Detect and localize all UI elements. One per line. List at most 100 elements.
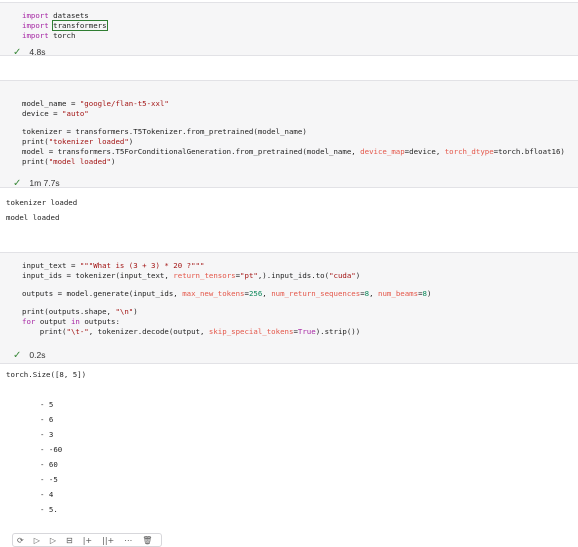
execute-below-icon[interactable]: ▷ xyxy=(50,536,56,545)
code-token: , xyxy=(262,289,272,298)
code-token: "\t-" xyxy=(66,327,89,336)
execution-time: 4.8s xyxy=(29,47,46,57)
code-line: import transformers xyxy=(22,20,570,31)
execute-above-icon[interactable]: ▷ xyxy=(34,536,40,545)
cell-status: ✓ 0.2s xyxy=(13,349,45,361)
success-check-icon: ✓ xyxy=(13,350,22,361)
code-token: max_new_tokens xyxy=(182,289,245,298)
code-token: skip_special_tokens xyxy=(208,327,294,336)
code-token: ).strip()) xyxy=(315,327,361,336)
code-line: outputs = model.generate(input_ids, max_… xyxy=(22,289,570,299)
code-line: device = "auto" xyxy=(22,109,570,119)
insert-above-icon[interactable]: |+ xyxy=(83,536,92,545)
code-token: import xyxy=(22,31,54,40)
code-line: input_ids = tokenizer(input_text, return… xyxy=(22,271,570,281)
code-token: tokenizer = transformers.T5Tokenizer.fro… xyxy=(22,127,307,136)
output-item: - -5 xyxy=(40,475,58,484)
more-icon[interactable]: ⋯ xyxy=(124,536,132,545)
output-item: - 5. xyxy=(40,505,58,514)
code-token: "google/flan-t5-xxl" xyxy=(79,99,169,108)
code-editor[interactable]: input_text = """What is (3 + 3) * 20 ?""… xyxy=(22,261,570,337)
cell-output: tokenizer loaded model loaded xyxy=(6,195,77,225)
output-list: - 5 - 6 - 3 - -60 - 60 - -5 - 4 - 5. xyxy=(6,397,86,517)
code-token: input_ids = tokenizer(input_text, xyxy=(22,271,174,280)
code-cell-model-load[interactable]: model_name = "google/flan-t5-xxl" device … xyxy=(0,80,578,189)
code-token: ) xyxy=(111,157,116,166)
output-item: - 3 xyxy=(40,430,54,439)
code-token: datasets xyxy=(53,11,89,20)
code-token: num_beams xyxy=(378,289,419,298)
code-token: input_text = xyxy=(22,261,80,270)
code-token: ) xyxy=(128,137,134,146)
cell-output: torch.Size([8, 5]) - 5 - 6 - 3 - -60 - 60 - -… xyxy=(6,367,86,517)
code-token: , xyxy=(369,289,379,298)
code-token: True xyxy=(297,327,316,336)
output-item: - 5 xyxy=(40,400,54,409)
output-item: - 6 xyxy=(40,415,54,424)
code-token: ) xyxy=(426,289,432,298)
insert-below-icon[interactable]: ||+ xyxy=(102,536,114,545)
output-item: - -60 xyxy=(40,445,63,454)
run-by-line-icon[interactable]: ⟳ xyxy=(17,536,24,545)
code-token: num_return_sequences xyxy=(271,289,361,298)
code-cell-imports[interactable]: import datasets import transformers import… xyxy=(0,2,578,58)
code-line: model = transformers.T5ForConditionalGen… xyxy=(22,147,570,157)
code-line: for output in outputs: xyxy=(22,317,570,327)
code-line: print(outputs.shape, "\n") xyxy=(22,307,570,317)
code-token: print( xyxy=(22,137,49,146)
code-line: import datasets xyxy=(22,11,570,21)
output-line: torch.Size([8, 5]) xyxy=(6,370,87,379)
code-token: "cuda" xyxy=(329,271,356,280)
output-line: tokenizer loaded xyxy=(6,198,78,207)
code-token: model = transformers.T5ForConditionalGen… xyxy=(22,147,361,156)
success-check-icon: ✓ xyxy=(13,47,22,58)
code-token: print( xyxy=(22,157,49,166)
code-line: print("tokenizer loaded") xyxy=(22,137,570,147)
code-token: "tokenizer loaded" xyxy=(48,137,129,146)
code-token: torch xyxy=(53,31,76,40)
execution-time: 1m 7.7s xyxy=(29,178,60,188)
code-editor[interactable]: import datasets import transformers import… xyxy=(22,11,570,41)
code-token: output xyxy=(39,317,71,326)
code-token: in xyxy=(70,317,85,326)
code-line: print("\t-", tokenizer.decode(output, sk… xyxy=(22,327,570,337)
output-line: model loaded xyxy=(6,213,60,222)
code-token: , tokenizer.decode(output, xyxy=(88,327,209,336)
code-editor[interactable]: model_name = "google/flan-t5-xxl" device … xyxy=(22,99,570,167)
split-cell-icon[interactable]: ⊟ xyxy=(66,536,73,545)
code-token: ) xyxy=(355,271,361,280)
cell-status: ✓ 1m 7.7s xyxy=(13,177,60,189)
code-token: outputs = model.generate(input_ids, xyxy=(22,289,183,298)
code-token: "\n" xyxy=(115,307,134,316)
code-cell-generate[interactable]: input_text = """What is (3 + 3) * 20 ?""… xyxy=(0,252,578,364)
code-token: =device, xyxy=(404,147,445,156)
code-token: for xyxy=(22,317,40,326)
output-item: - 60 xyxy=(40,460,58,469)
code-token: "pt" xyxy=(240,271,258,280)
code-token: "auto" xyxy=(62,109,89,118)
code-token: device = xyxy=(22,109,63,118)
code-token: device_map xyxy=(360,147,405,156)
code-token: import xyxy=(22,11,54,20)
code-line: print("model loaded") xyxy=(22,157,570,167)
code-line: input_text = """What is (3 + 3) * 20 ?""… xyxy=(22,261,570,271)
code-token: torch_dtype xyxy=(444,147,494,156)
code-token: 256 xyxy=(248,289,263,298)
code-token: outputs: xyxy=(84,317,120,326)
code-token: ) xyxy=(133,307,138,316)
delete-icon[interactable]: 🗑 xyxy=(142,536,152,545)
code-token: "model loaded" xyxy=(48,157,111,166)
success-check-icon: ✓ xyxy=(13,178,22,189)
code-token: transformers xyxy=(52,20,108,31)
code-token: =torch.bfloat16) xyxy=(493,147,565,156)
code-token: import xyxy=(22,21,54,30)
code-line: import torch xyxy=(22,31,570,41)
code-token: return_tensors xyxy=(173,271,236,280)
code-token: ,).input_ids.to( xyxy=(257,271,330,280)
code-token: """What is (3 + 3) * 20 ?""" xyxy=(79,261,205,270)
code-line: tokenizer = transformers.T5Tokenizer.fro… xyxy=(22,127,570,137)
code-line: model_name = "google/flan-t5-xxl" xyxy=(22,99,570,109)
